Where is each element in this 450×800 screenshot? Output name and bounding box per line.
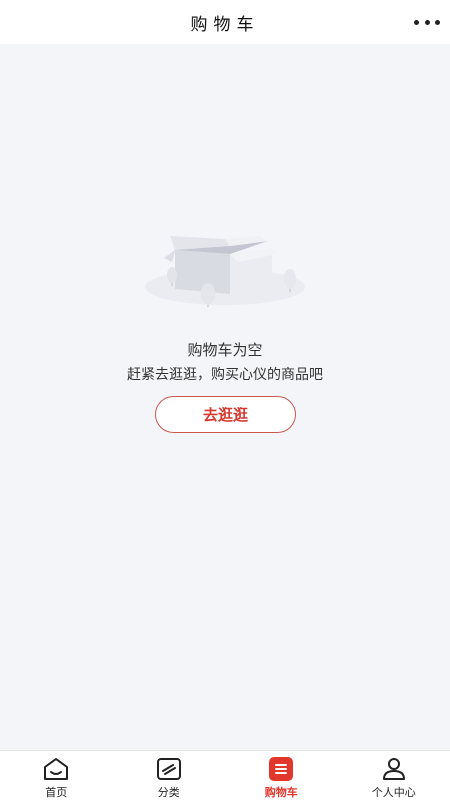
profile-icon	[380, 757, 408, 781]
tab-home-label: 首页	[45, 786, 68, 799]
cart-icon	[267, 757, 295, 781]
tab-cart[interactable]: 购物车	[225, 751, 338, 800]
tab-cart-label: 购物车	[264, 786, 298, 799]
more-dot-icon	[435, 19, 440, 25]
home-icon	[42, 757, 70, 781]
tab-home[interactable]: 首页	[0, 751, 113, 800]
cart-content: 购物车为空 赶紧去逛逛，购买心仪的商品吧 去逛逛	[0, 44, 450, 750]
tab-category[interactable]: 分类	[113, 751, 226, 800]
tab-profile[interactable]: 个人中心	[338, 751, 450, 800]
page-title: 购物车	[190, 14, 260, 35]
bottom-tab-bar: 首页 分类 购物车 个人中心	[0, 750, 450, 800]
go-shopping-button[interactable]: 去逛逛	[155, 396, 296, 433]
empty-box-illustration-icon	[145, 236, 305, 307]
empty-cart-subtitle: 赶紧去逛逛，购买心仪的商品吧	[127, 367, 323, 383]
more-menu-button[interactable]	[414, 12, 440, 32]
more-dot-icon	[414, 19, 419, 25]
header-bar: 购物车	[0, 0, 450, 44]
tab-category-label: 分类	[157, 786, 180, 799]
category-icon	[155, 757, 183, 781]
tab-profile-label: 个人中心	[371, 786, 416, 799]
more-dot-icon	[424, 19, 430, 25]
empty-cart-title: 购物车为空	[187, 341, 263, 359]
